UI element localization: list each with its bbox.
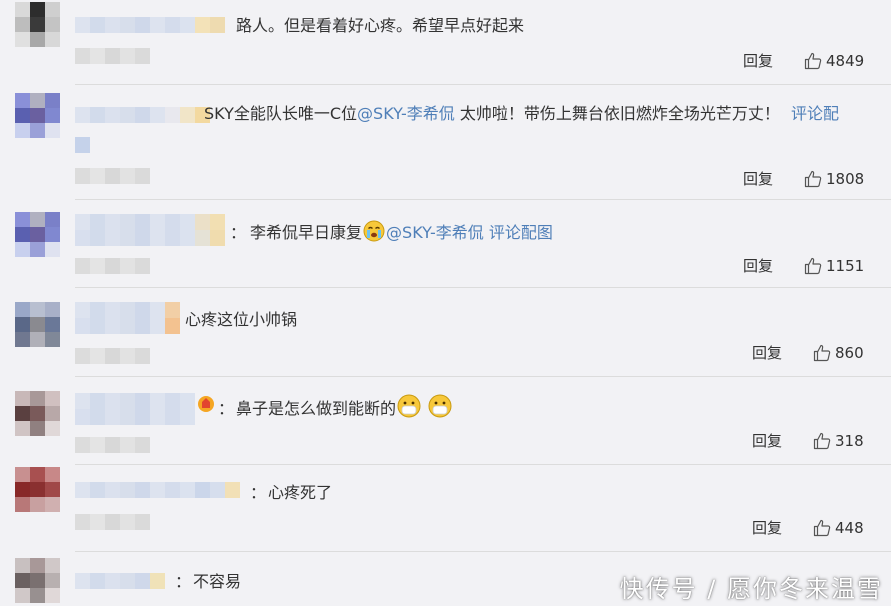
username-blurred[interactable] <box>75 393 195 409</box>
avatar[interactable] <box>15 302 60 347</box>
avatar[interactable] <box>15 2 60 47</box>
avatar[interactable] <box>15 467 60 512</box>
comment-item: SKY全能队长唯一C位@SKY-李希侃 太帅啦！带伤上舞台依旧燃炸全场光芒万丈！… <box>0 85 891 200</box>
like-count: 860 <box>835 344 864 362</box>
like-button[interactable]: 4849 <box>804 52 864 70</box>
comment-text-part: 太帅啦！带伤上舞台依旧燃炸全场光芒万丈！ <box>454 104 780 123</box>
username-blurred[interactable] <box>75 573 165 589</box>
comment-item: ：心疼死了 回复 448 <box>0 465 891 552</box>
watermark: 快传号 / 愿你冬来温雪 <box>619 575 883 603</box>
comment-text: ：不容易 <box>175 571 241 593</box>
reply-button[interactable]: 回复 <box>752 430 782 451</box>
username-blurred <box>75 409 195 425</box>
like-count: 1151 <box>826 257 865 275</box>
like-count: 1808 <box>826 170 865 188</box>
comment-text-part: SKY全能队长唯一C位 <box>204 104 358 123</box>
like-button[interactable]: 318 <box>813 432 864 450</box>
crying-face-icon <box>363 220 385 242</box>
like-count: 448 <box>835 519 864 537</box>
mention-link[interactable]: @SKY-李希侃 <box>386 223 484 242</box>
timestamp-blurred <box>75 48 150 64</box>
comment-image-link[interactable]: 评论配图 <box>489 223 553 242</box>
username-blurred <box>75 230 225 246</box>
avatar[interactable] <box>15 212 60 257</box>
reply-button[interactable]: 回复 <box>743 168 773 189</box>
reply-button[interactable]: 回复 <box>752 342 782 363</box>
like-button[interactable]: 448 <box>813 519 864 537</box>
comment-item: ：李希侃早日康复 @SKY-李希侃 评论配图 回复 1151 <box>0 200 891 288</box>
thumbs-up-icon <box>813 344 831 362</box>
comment-text-part: 李希侃早日康复 <box>250 223 363 242</box>
comment-text: 心疼这位小帅锅 <box>185 310 298 329</box>
avatar[interactable] <box>15 558 60 603</box>
comment-colon: ： <box>250 483 267 502</box>
timestamp-blurred <box>75 168 150 184</box>
badge-icon <box>198 396 214 412</box>
like-count: 318 <box>835 432 864 450</box>
timestamp-blurred <box>75 514 150 530</box>
comment-text-part: 鼻子是怎么做到能断的 <box>236 399 397 418</box>
comment-text: ：心疼死了 <box>250 482 332 504</box>
username-blurred <box>75 318 180 334</box>
thumbs-up-icon <box>804 52 822 70</box>
username-blurred <box>75 137 90 153</box>
comment-text: ：李希侃早日康复 @SKY-李希侃 评论配图 <box>230 220 553 244</box>
reply-button[interactable]: 回复 <box>743 255 773 276</box>
username-blurred[interactable] <box>75 17 225 33</box>
thumbs-up-icon <box>804 257 822 275</box>
thumbs-up-icon <box>813 519 831 537</box>
comment-text: 路人。但是看着好心疼。希望早点好起来 <box>236 16 525 35</box>
reply-button[interactable]: 回复 <box>743 50 773 71</box>
mask-face-icon <box>397 394 421 418</box>
comment-text: ：鼻子是怎么做到能断的 <box>218 394 453 420</box>
like-button[interactable]: 860 <box>813 344 864 362</box>
username-blurred[interactable] <box>75 107 210 123</box>
like-count: 4849 <box>826 52 865 70</box>
comment-text-part: 不容易 <box>193 572 242 591</box>
comment-image-link[interactable]: 评论配 <box>791 104 839 123</box>
mask-face-icon <box>428 394 452 418</box>
comment-item: 心疼这位小帅锅 回复 860 <box>0 288 891 377</box>
avatar[interactable] <box>15 391 60 436</box>
reply-button[interactable]: 回复 <box>752 517 782 538</box>
timestamp-blurred <box>75 437 150 453</box>
comment-item: ：鼻子是怎么做到能断的 回复 318 <box>0 377 891 465</box>
comment-colon: ： <box>230 223 247 242</box>
thumbs-up-icon <box>813 432 831 450</box>
comment-text: SKY全能队长唯一C位@SKY-李希侃 太帅啦！带伤上舞台依旧燃炸全场光芒万丈！… <box>204 103 839 125</box>
avatar[interactable] <box>15 93 60 138</box>
comment-colon: ： <box>175 572 192 591</box>
thumbs-up-icon <box>804 170 822 188</box>
mention-link[interactable]: @SKY-李希侃 <box>357 104 455 123</box>
comment-text-part: 心疼死了 <box>268 483 333 502</box>
timestamp-blurred <box>75 348 150 364</box>
username-blurred[interactable] <box>75 214 225 230</box>
username-blurred[interactable] <box>75 302 180 318</box>
comment-item: 路人。但是看着好心疼。希望早点好起来 回复 4849 <box>0 0 891 85</box>
username-blurred[interactable] <box>75 482 240 498</box>
timestamp-blurred <box>75 258 150 274</box>
like-button[interactable]: 1808 <box>804 170 864 188</box>
like-button[interactable]: 1151 <box>804 257 864 275</box>
comment-colon: ： <box>218 399 235 418</box>
